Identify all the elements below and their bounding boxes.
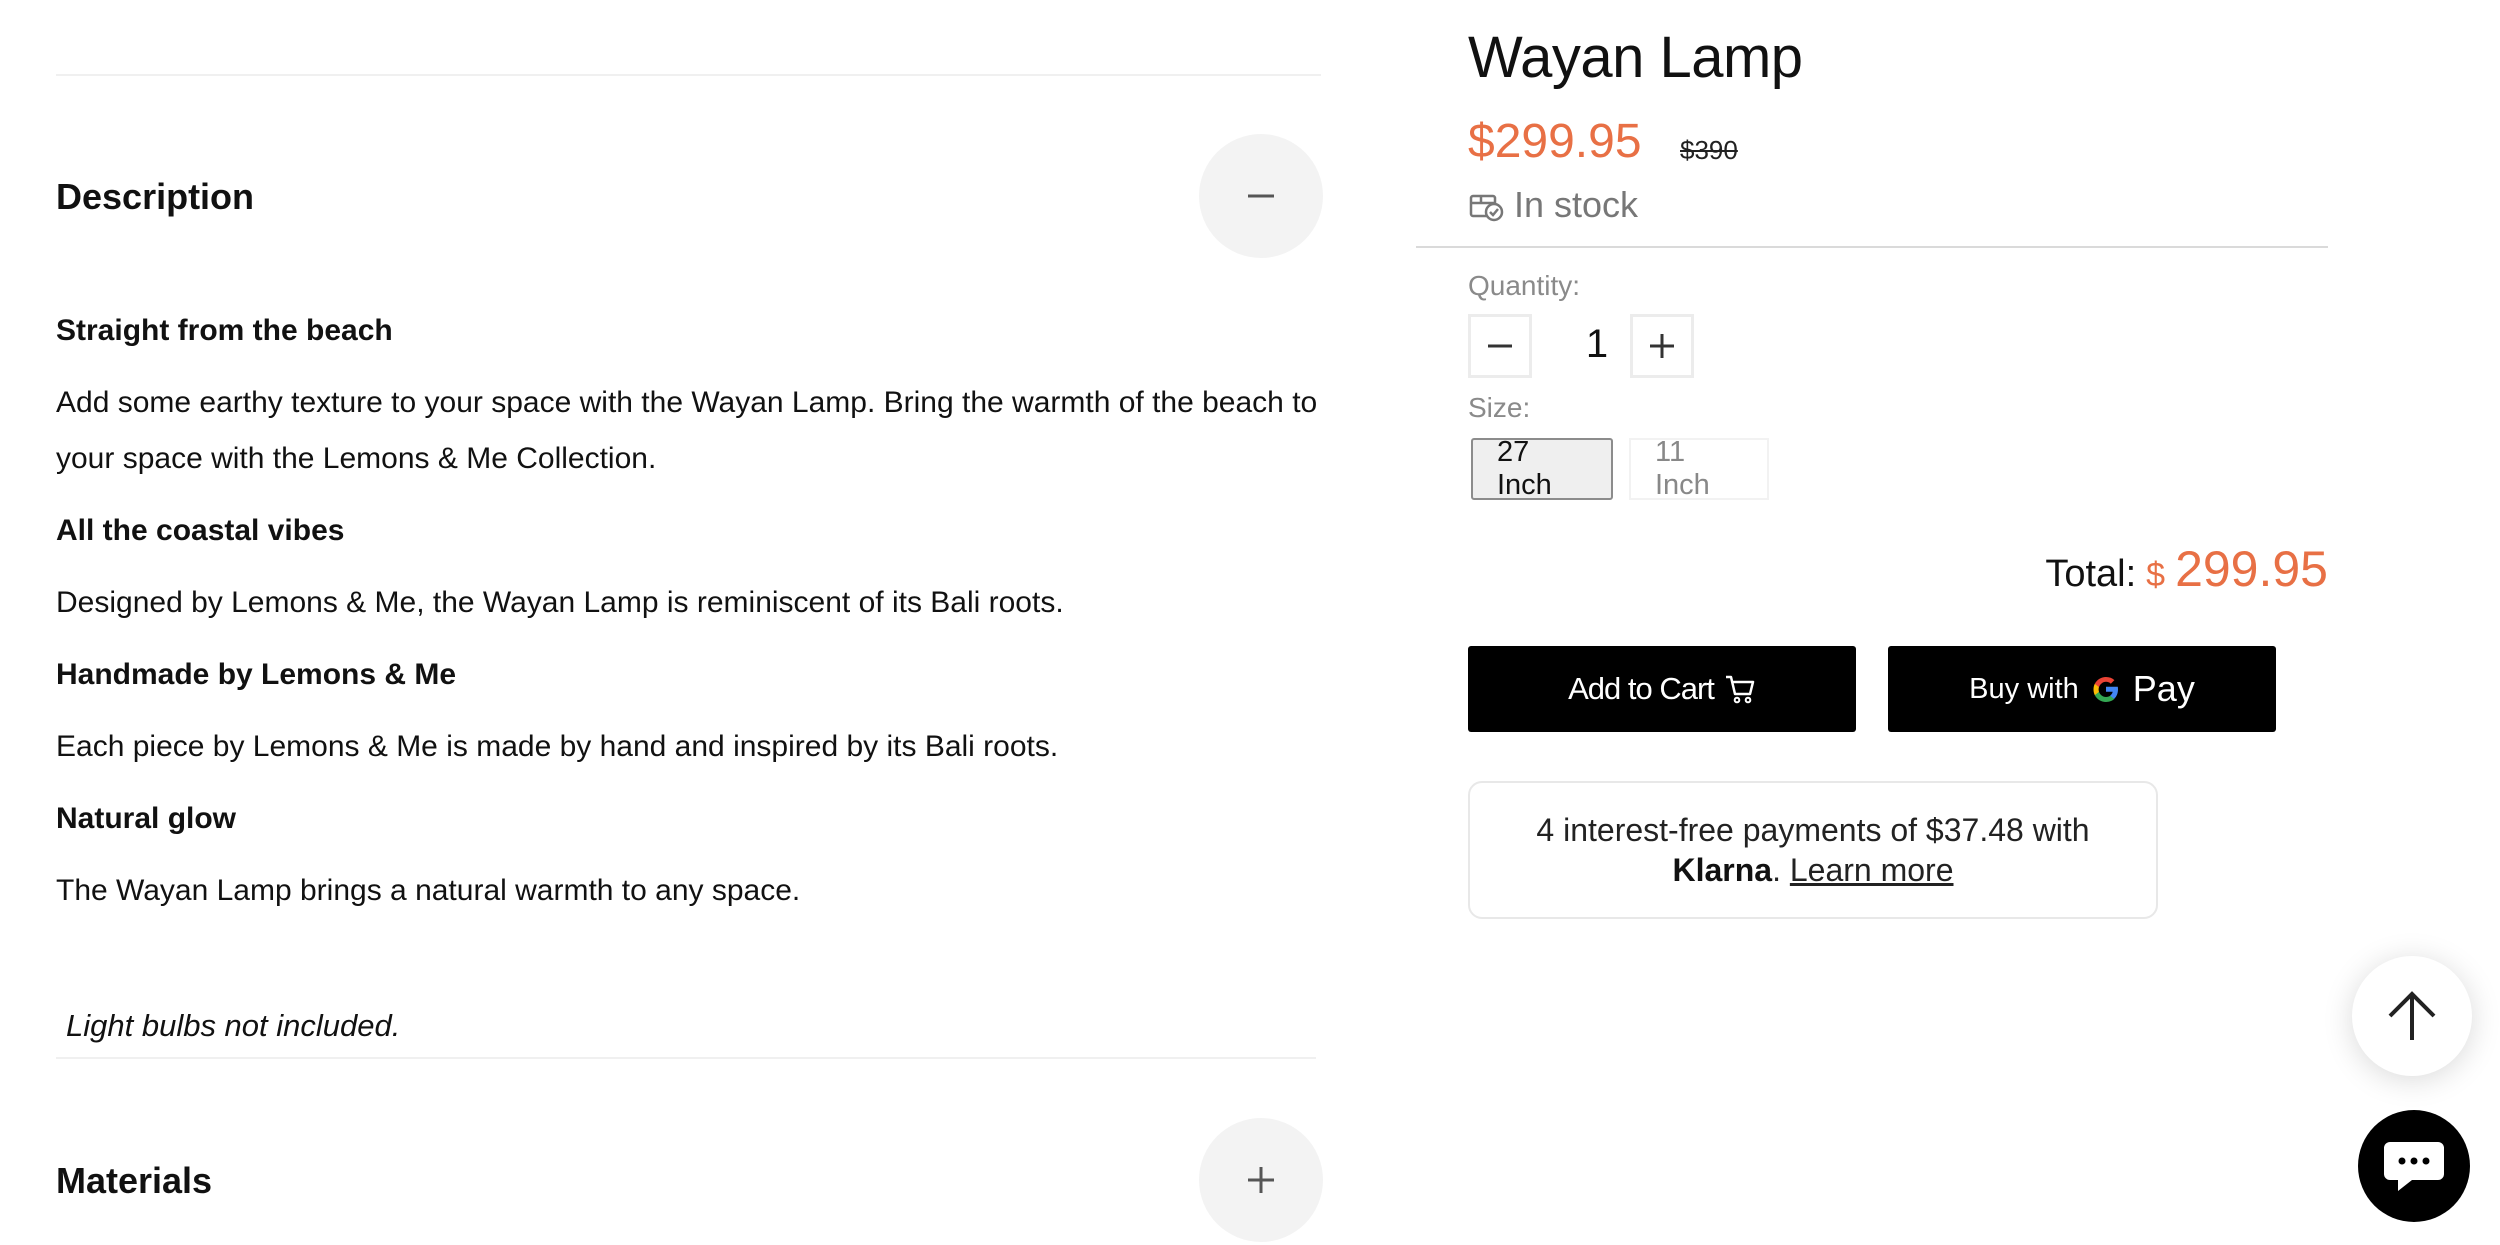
divider xyxy=(56,1057,1316,1059)
size-label: Size: xyxy=(1468,392,1531,423)
stock-status: In stock xyxy=(1468,184,1638,226)
divider xyxy=(56,74,1321,76)
minus-icon xyxy=(1488,344,1512,348)
total-label: Total: xyxy=(2045,553,2137,595)
quantity-decrease-button[interactable] xyxy=(1468,314,1532,378)
klarna-dot: . xyxy=(1772,852,1781,888)
description-subheading: All the coastal vibes xyxy=(56,514,345,547)
klarna-learn-more-link[interactable]: Learn more xyxy=(1790,852,1954,888)
description-paragraph: The Wayan Lamp brings a natural warmth t… xyxy=(56,874,801,907)
google-pay-label: Pay xyxy=(2132,668,2195,709)
description-collapse-button[interactable] xyxy=(1199,134,1323,258)
chat-bubble-icon xyxy=(2384,1142,2444,1191)
minus-icon xyxy=(1248,194,1274,198)
klarna-text: 4 interest-free payments of $37.48 with xyxy=(1536,812,2090,848)
materials-expand-button[interactable] xyxy=(1199,1118,1323,1242)
materials-heading[interactable]: Materials xyxy=(56,1160,212,1202)
google-g-icon xyxy=(2093,677,2118,702)
stock-text: In stock xyxy=(1514,184,1639,225)
total-currency: $ xyxy=(2146,556,2166,594)
description-paragraph: Designed by Lemons & Me, the Wayan Lamp … xyxy=(56,586,1064,619)
product-details-accordion: Description Straight from the beach Add … xyxy=(56,0,1323,1245)
arrow-up-icon xyxy=(2388,991,2436,1040)
description-body: Straight from the beach Add some earthy … xyxy=(56,300,1321,919)
description-heading[interactable]: Description xyxy=(56,176,254,218)
size-option-11-inch[interactable]: 11 Inch xyxy=(1629,436,1769,501)
plus-icon xyxy=(1248,1167,1274,1193)
scroll-to-top-button[interactable] xyxy=(2352,956,2472,1076)
cart-icon xyxy=(1725,675,1755,704)
description-subheading: Handmade by Lemons & Me xyxy=(56,658,457,691)
package-check-icon xyxy=(1469,194,1504,222)
compare-price: $390 xyxy=(1680,135,1738,165)
size-option-27-inch[interactable]: 27 Inch xyxy=(1471,436,1613,501)
sale-price: $299.95 xyxy=(1468,115,1642,168)
plus-icon xyxy=(1650,334,1674,358)
add-to-cart-label: Add to Cart xyxy=(1568,671,1715,706)
chat-button[interactable] xyxy=(2358,1110,2470,1222)
product-info: Wayan Lamp $299.95 $390 In stock Quantit… xyxy=(1468,0,2328,1245)
google-pay-button[interactable]: Buy with Pay xyxy=(1888,646,2276,732)
quantity-value[interactable]: 1 xyxy=(1572,322,1622,367)
add-to-cart-button[interactable]: Add to Cart xyxy=(1468,646,1856,732)
klarna-installments-box: 4 interest-free payments of $37.48 with … xyxy=(1468,781,2158,919)
buy-with-label: Buy with xyxy=(1969,672,2079,705)
klarna-line2: Klarna. Learn more xyxy=(1672,850,1953,890)
description-subheading: Straight from the beach xyxy=(56,314,393,347)
total-price: Total: $ 299.95 xyxy=(2045,540,2328,598)
klarna-logo: Klarna xyxy=(1672,852,1773,888)
description-paragraph: Add some earthy texture to your space wi… xyxy=(56,386,1318,475)
description-paragraph: Each piece by Lemons & Me is made by han… xyxy=(56,730,1059,763)
total-value: 299.95 xyxy=(2175,541,2328,597)
product-title: Wayan Lamp xyxy=(1468,25,1803,90)
quantity-increase-button[interactable] xyxy=(1630,314,1694,378)
quantity-label: Quantity: xyxy=(1468,270,1581,301)
description-subheading: Natural glow xyxy=(56,802,237,835)
product-page: Description Straight from the beach Add … xyxy=(0,0,2500,1245)
light-bulb-note: Light bulbs not included. xyxy=(66,1008,401,1043)
